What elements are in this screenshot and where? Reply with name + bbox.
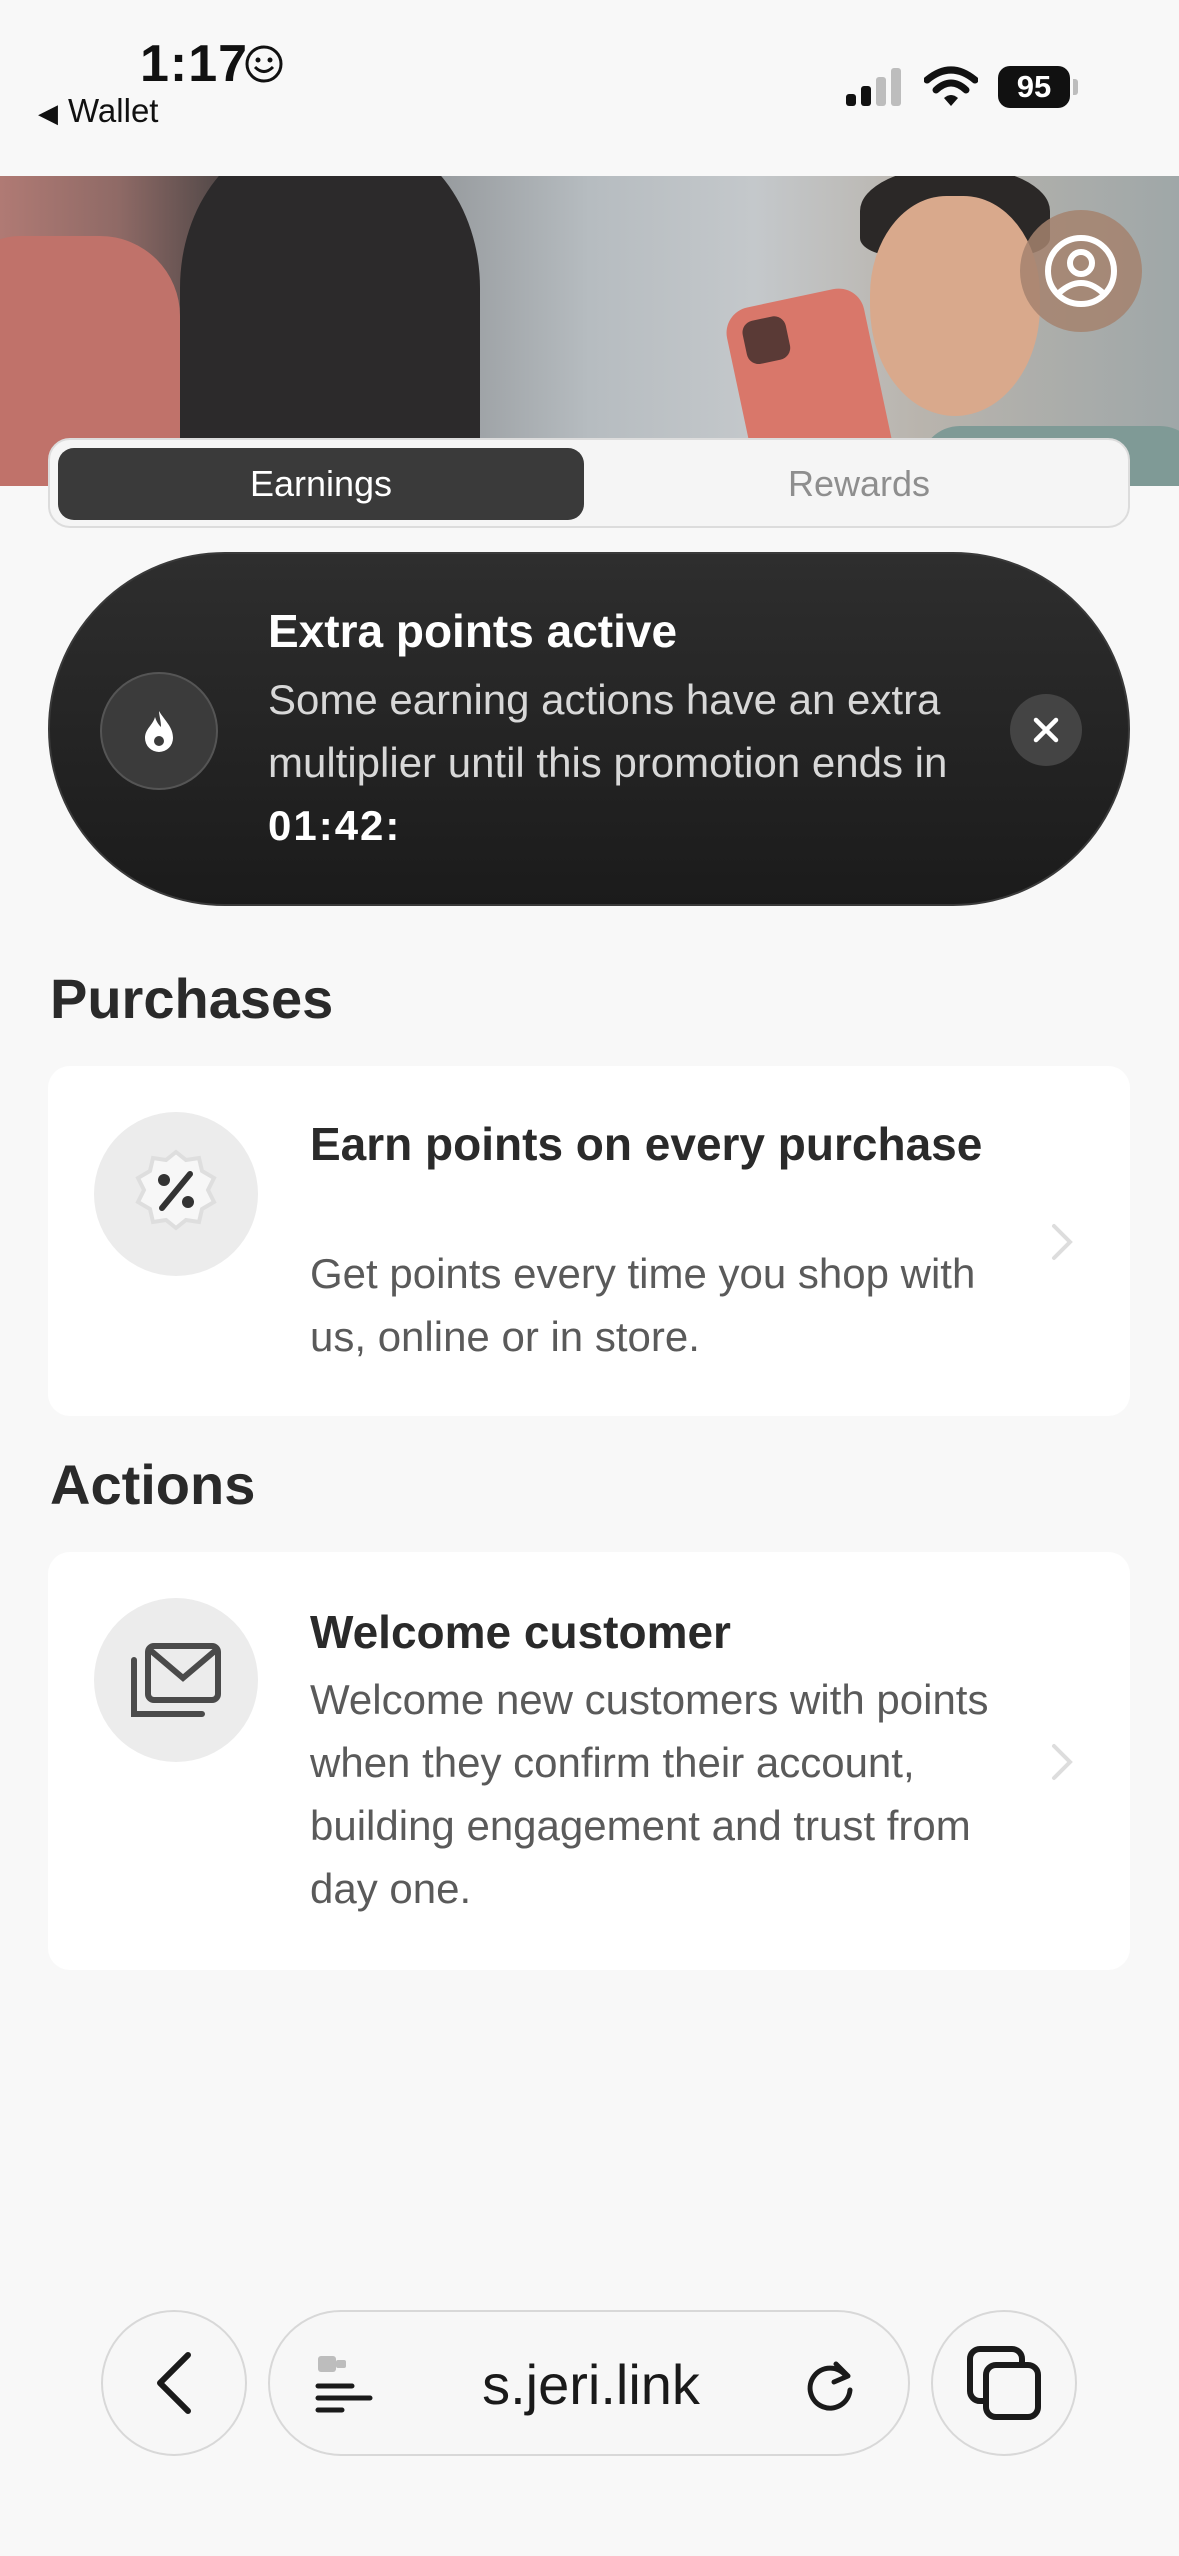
earnings-rewards-segment: Earnings Rewards: [48, 438, 1130, 528]
earn-points-purchase-card[interactable]: Earn points on every purchase Get points…: [48, 1066, 1130, 1416]
address-bar[interactable]: s.jeri.link: [268, 2310, 910, 2456]
welcome-customer-card[interactable]: Welcome customer Welcome new customers w…: [48, 1552, 1130, 1970]
promo-title: Extra points active: [268, 605, 678, 657]
reload-icon[interactable]: [800, 2356, 860, 2416]
battery-indicator: 95: [998, 66, 1078, 108]
status-time: 1:17: [140, 35, 249, 93]
status-bar: 1:17 ◀ Wallet 95: [0, 0, 1179, 176]
close-banner-button[interactable]: [1010, 694, 1082, 766]
tabs-icon: [967, 2346, 1041, 2420]
chevron-left-icon: [157, 2352, 191, 2414]
actions-heading: Actions: [50, 1453, 256, 1516]
smiley-icon: [245, 45, 283, 83]
back-to-app-link[interactable]: ◀ Wallet: [38, 92, 158, 130]
battery-nub: [1073, 79, 1078, 95]
card-description: Welcome new customers with points when t…: [310, 1676, 989, 1912]
purchases-heading: Purchases: [50, 967, 334, 1030]
flame-icon: [100, 672, 218, 790]
promo-countdown: 01:42:: [268, 802, 402, 849]
tab-rewards[interactable]: Rewards: [596, 448, 1122, 520]
tab-earnings[interactable]: Earnings: [58, 448, 584, 520]
discount-badge-icon: [94, 1112, 258, 1276]
profile-button[interactable]: [1020, 210, 1142, 332]
promo-text: Some earning actions have an extra multi…: [268, 676, 948, 786]
battery-level: 95: [998, 66, 1070, 108]
card-description: Get points every time you shop with us, …: [310, 1250, 976, 1360]
extra-points-banner: Extra points active Some earning actions…: [48, 552, 1130, 906]
chevron-right-icon: [1052, 1224, 1073, 1260]
wifi-icon: [924, 66, 978, 106]
chevron-right-icon: [1052, 1744, 1073, 1780]
close-icon: [1033, 717, 1059, 743]
browser-back-button[interactable]: [101, 2310, 247, 2456]
user-circle-icon: [1045, 235, 1117, 307]
mail-stack-icon: [94, 1598, 258, 1762]
cellular-signal-icon: [846, 68, 901, 106]
tabs-button[interactable]: [931, 2310, 1077, 2456]
promo-description: Some earning actions have an extra multi…: [268, 668, 948, 857]
card-title: Welcome customer: [310, 1606, 731, 1658]
back-app-label: Wallet: [68, 92, 159, 129]
card-title: Earn points on every purchase: [310, 1118, 983, 1170]
back-triangle-icon: ◀: [38, 98, 58, 128]
